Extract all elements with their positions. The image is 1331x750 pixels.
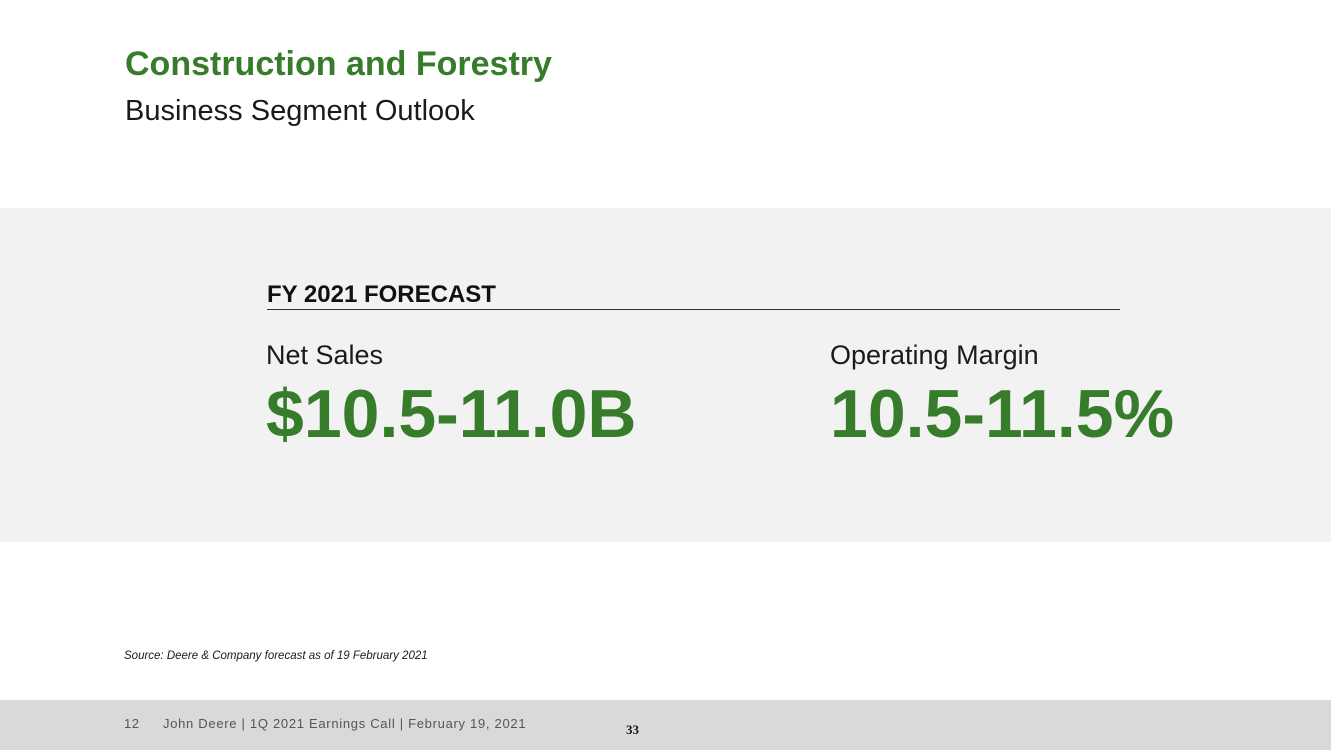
operating-margin-label: Operating Margin	[830, 340, 1039, 370]
operating-margin-value: 10.5-11.5%	[830, 376, 1175, 452]
forecast-heading: FY 2021 FORECAST	[267, 281, 1120, 310]
source-note: Source: Deere & Company forecast as of 1…	[124, 650, 428, 662]
net-sales-value: $10.5-11.0B	[266, 376, 637, 452]
slide-marker: 33	[626, 722, 639, 737]
net-sales-label: Net Sales	[266, 340, 384, 370]
page-title: Construction and Forestry	[125, 45, 552, 83]
page-number: 12	[124, 716, 140, 731]
page-subtitle: Business Segment Outlook	[125, 95, 475, 127]
forecast-panel	[0, 208, 1331, 542]
footer-text: John Deere | 1Q 2021 Earnings Call | Feb…	[163, 716, 527, 731]
